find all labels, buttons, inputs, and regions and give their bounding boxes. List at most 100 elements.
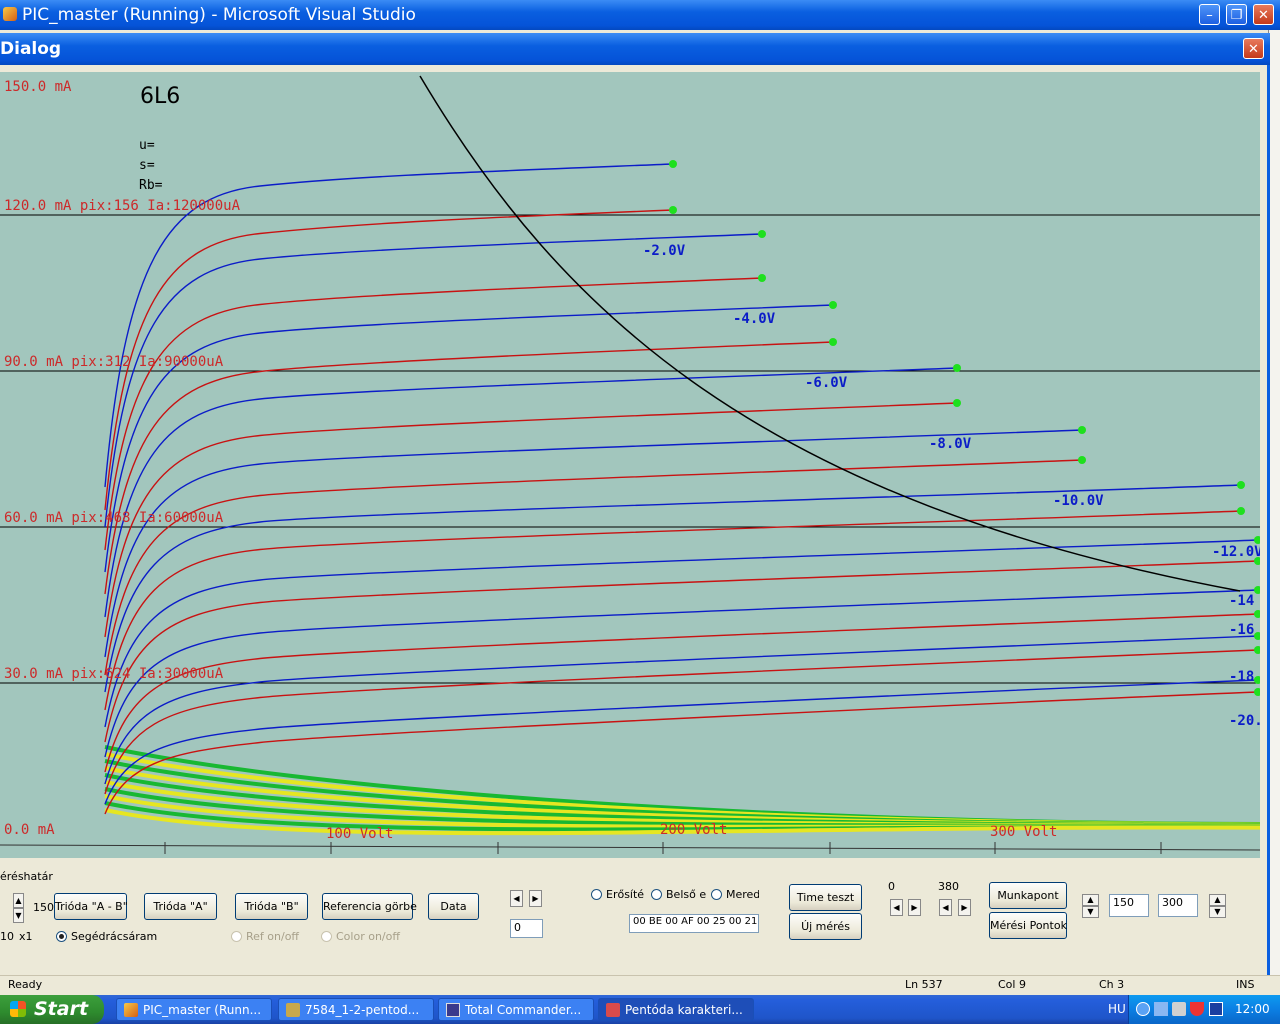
close-button[interactable]: ✕ [1253,4,1274,25]
tube-name: 6L6 [140,84,180,109]
task-icon-document [286,1003,300,1017]
grid-voltage-label: -18 [1229,669,1254,685]
range-max-left-arrow[interactable]: ◀ [939,899,952,916]
value-a-field[interactable]: 150 [1109,894,1149,917]
start-button[interactable]: Start [0,995,104,1024]
color-onoff-label: Color on/off [336,930,400,943]
belso-label: Belső e [666,888,707,901]
munkapont-button[interactable]: Munkapont [989,882,1067,909]
range-spin-up[interactable]: ▲ [13,893,24,908]
app-icon [3,7,17,21]
sound-icon[interactable] [1172,1002,1186,1016]
value-b-field[interactable]: 300 [1158,894,1198,917]
dialog-close-button[interactable]: ✕ [1243,38,1264,59]
param-s: s= [139,158,155,173]
taskbar-item-pic-master[interactable]: PIC_master (Runn... [116,998,272,1021]
x-axis-label: 100 Volt [326,826,393,842]
scroll-right-arrow[interactable]: ▶ [529,890,542,907]
grid-voltage-label: -6.0V [805,375,848,391]
scale-label-x1: x1 [19,930,33,943]
belso-radio[interactable] [651,889,662,900]
status-bar: Ready Ln 537 Col 9 Ch 3 INS [0,975,1280,995]
taskbar-item-pentoda-karakteri[interactable]: Pentóda karakteri... [598,998,754,1021]
range-min-right-arrow[interactable]: ▶ [908,899,921,916]
security-shield-icon[interactable] [1190,1002,1204,1016]
restore-button[interactable]: ❐ [1226,4,1247,25]
grid-voltage-label: -14 [1229,593,1254,609]
param-u: u= [139,138,155,153]
segedracsaram-radio[interactable] [56,931,67,942]
hex-data-field[interactable]: 00 BE 00 AF 00 25 00 21 [629,914,759,933]
y-axis-label: 90.0 mA pix:312 Ia:90000uA [4,354,224,370]
curve-end-marker [669,160,677,168]
windows-logo-icon [10,1001,26,1017]
trioda-ab-button[interactable]: Trióda "A - B" [54,893,128,920]
y-axis-label: 120.0 mA pix:156 Ia:120000uA [4,198,241,214]
segedracsaram-label: Segédrácsáram [71,930,158,943]
center-value-field[interactable]: 0 [510,919,543,938]
clock: 12:00 [1235,1002,1270,1016]
range-max-label: 380 [938,880,959,893]
curve-end-marker [1237,507,1245,515]
range-max-right-arrow[interactable]: ▶ [958,899,971,916]
erosites-label: Erősíté [606,888,645,901]
value-b-spin-up[interactable]: ▲ [1209,894,1226,906]
curve-end-marker [758,230,766,238]
range-min-label: 0 [888,880,895,893]
grid-voltage-label: -16 [1229,622,1254,638]
window-title: PIC_master (Running) - Microsoft Visual … [22,5,416,25]
range-min-left-arrow[interactable]: ◀ [890,899,903,916]
network-icon[interactable] [1154,1002,1168,1016]
status-ins: INS [1236,978,1255,991]
taskbar-item-total-commander[interactable]: Total Commander... [438,998,594,1021]
dialog-title-bar: Dialog ✕ [0,33,1270,65]
meresi-pontok-button[interactable]: Mérési Pontok [989,912,1067,939]
value-a-spin-up[interactable]: ▲ [1082,894,1099,906]
param-rb: Rb= [139,178,163,193]
language-indicator[interactable]: HU [1108,1002,1126,1016]
range-spin-value: 150 [33,901,54,914]
curve-end-marker [953,399,961,407]
x-axis-label: 200 Volt [660,822,727,838]
curve-end-marker [669,206,677,214]
ref-onoff-label: Ref on/off [246,930,300,943]
grid-voltage-label: -10.0V [1053,493,1104,509]
data-button[interactable]: Data [428,893,479,920]
color-onoff-radio[interactable] [321,931,332,942]
mereshatar-label: éréshatár [0,870,53,883]
tray-chevron-icon[interactable] [1136,1002,1150,1016]
curve-end-marker [758,274,766,282]
curve-end-marker [829,301,837,309]
referencia-gorbe-button[interactable]: Referencia görbe [322,893,417,920]
trioda-a-button[interactable]: Trióda "A" [144,893,217,920]
ref-onoff-radio[interactable] [231,931,242,942]
taskbar-item-pentod-file[interactable]: 7584_1-2-pentod... [278,998,434,1021]
system-tray: HU 12:00 [1108,995,1280,1024]
status-char: Ch 3 [1099,978,1125,991]
trioda-b-button[interactable]: Trióda "B" [235,893,308,920]
erosites-radio[interactable] [591,889,602,900]
curve-end-marker [1078,456,1086,464]
scale-label-10: 10 [0,930,14,943]
grid-voltage-label: -8.0V [929,436,972,452]
curve-end-marker [1078,426,1086,434]
y-axis-label: 30.0 mA pix:624 Ia:30000uA [4,666,224,682]
time-teszt-button[interactable]: Time teszt [789,884,862,911]
status-column: Col 9 [998,978,1026,991]
grid-voltage-label: -20. [1229,713,1260,729]
pentode-characteristic-plot: 150.0 mA 120.0 mA pix:156 Ia:120000uA 90.0… [0,72,1260,858]
value-b-spin-down[interactable]: ▼ [1209,906,1226,918]
media-play-icon[interactable] [1209,1002,1223,1016]
mered-radio[interactable] [711,889,722,900]
dialog-title: Dialog [0,39,62,59]
value-a-spin-down[interactable]: ▼ [1082,906,1099,918]
curve-end-marker [1237,481,1245,489]
start-label: Start [34,998,89,1020]
scroll-left-arrow[interactable]: ◀ [510,890,523,907]
minimize-button[interactable]: – [1199,4,1220,25]
uj-meres-button[interactable]: Új mérés [789,913,862,940]
status-ready: Ready [8,978,43,991]
curve-end-marker [829,338,837,346]
task-icon-disk [446,1003,460,1017]
range-spin-down[interactable]: ▼ [13,908,24,923]
